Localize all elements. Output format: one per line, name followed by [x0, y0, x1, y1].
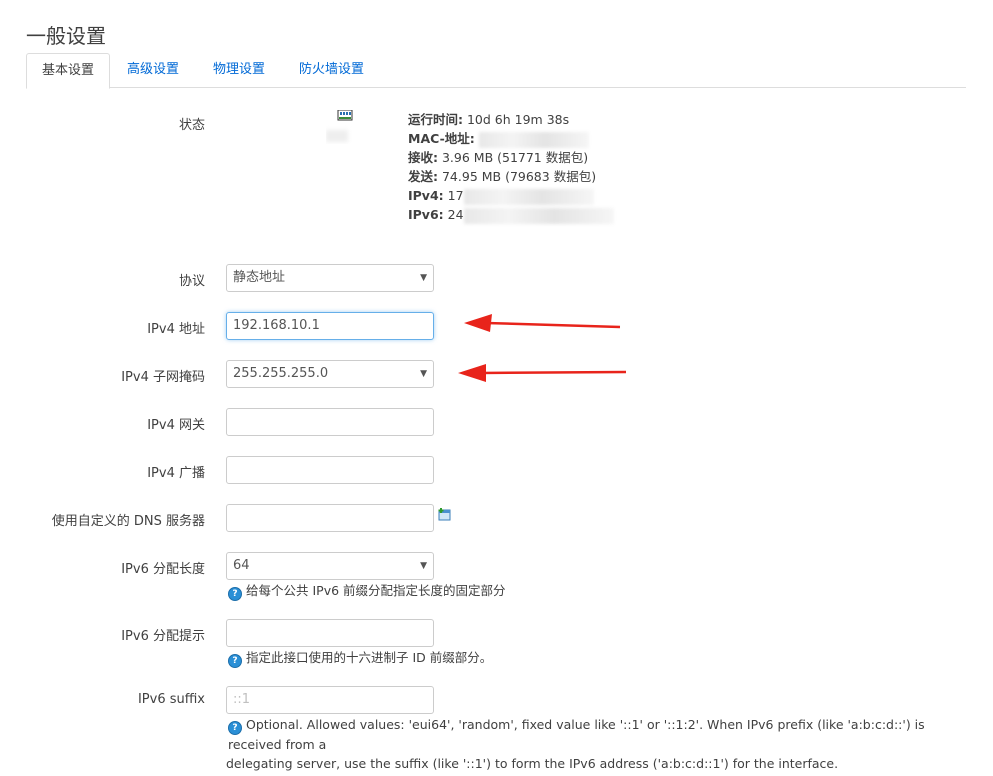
annotation-arrow-ipv4-address: [464, 314, 621, 332]
ipv4-netmask-value: 255.255.255.0: [233, 366, 329, 381]
ipv6-assign-length-select[interactable]: 64 ▼: [226, 552, 434, 580]
ipv4-address-input[interactable]: 192.168.10.1: [226, 312, 434, 340]
redacted-ipv6: [463, 207, 614, 224]
tab-basic-settings[interactable]: 基本设置: [26, 53, 110, 89]
protocol-value: 静态地址: [233, 270, 286, 285]
ipv6-suffix-help: ? Optional. Allowed values: 'eui64', 'ran…: [226, 717, 925, 771]
network-interface-icon: [326, 109, 358, 144]
ipv6-suffix-label: IPv6 suffix: [137, 692, 205, 707]
help-icon: ?: [228, 721, 242, 735]
redacted-ipv4: [463, 188, 594, 205]
ipv4-gateway-label: IPv4 网关: [147, 418, 205, 433]
ipv4-netmask-label: IPv4 子网掩码: [121, 370, 205, 385]
tab-advanced-settings[interactable]: 高级设置: [127, 53, 179, 87]
help-icon: ?: [228, 654, 242, 668]
ipv4-broadcast-label: IPv4 广播: [147, 466, 205, 481]
ipv6-assign-hint-label: IPv6 分配提示: [121, 629, 205, 644]
ipv4-broadcast-input[interactable]: [226, 456, 434, 484]
tx-value: 74.95 MB (79683 数据包): [441, 169, 597, 184]
protocol-label: 协议: [178, 274, 205, 289]
ipv6-value: 24: [447, 207, 464, 222]
uptime-value: 10d 6h 19m 38s: [466, 112, 570, 127]
ipv6-assign-length-help: ? 给每个公共 IPv6 前缀分配指定长度的固定部分: [228, 581, 506, 601]
ipv6-assign-length-value: 64: [233, 558, 250, 573]
chevron-down-icon: ▼: [420, 369, 427, 379]
redacted-mac: [478, 131, 589, 148]
rx-key: 接收:: [408, 150, 438, 165]
ipv4-gateway-input[interactable]: [226, 408, 434, 436]
page-title: 一般设置: [26, 24, 106, 48]
dns-label: 使用自定义的 DNS 服务器: [51, 514, 205, 529]
rx-value: 3.96 MB (51771 数据包): [441, 150, 589, 165]
status-label: 状态: [178, 118, 205, 133]
ipv4-address-label: IPv4 地址: [147, 322, 205, 337]
chevron-down-icon: ▼: [420, 273, 427, 283]
ipv6-assign-hint-help: ? 指定此接口使用的十六进制子 ID 前缀部分。: [228, 648, 492, 668]
ipv4-value: 17: [447, 188, 464, 203]
ipv6-suffix-input[interactable]: ::1: [226, 686, 434, 714]
protocol-select[interactable]: 静态地址 ▼: [226, 264, 434, 292]
tab-physical-settings[interactable]: 物理设置: [213, 53, 265, 87]
ipv6-assign-length-label: IPv6 分配长度: [121, 562, 205, 577]
ipv4-key: IPv4:: [408, 188, 444, 203]
ipv6-key: IPv6:: [408, 207, 444, 222]
ipv6-suffix-placeholder: ::1: [233, 692, 251, 707]
ipv4-netmask-select[interactable]: 255.255.255.0 ▼: [226, 360, 434, 388]
help-icon: ?: [228, 587, 242, 601]
ipv6-assign-hint-input[interactable]: [226, 619, 434, 647]
tab-bar: 基本设置 高级设置 物理设置 防火墙设置: [26, 53, 966, 89]
uptime-key: 运行时间:: [408, 112, 463, 127]
dns-input[interactable]: [226, 504, 434, 532]
mac-key: MAC-地址:: [408, 131, 475, 146]
add-dns-icon[interactable]: [438, 508, 451, 521]
status-info: 运行时间: 10d 6h 19m 38s MAC-地址: 接收: 3.96 MB…: [408, 110, 614, 224]
tx-key: 发送:: [408, 169, 438, 184]
chevron-down-icon: ▼: [420, 561, 427, 571]
annotation-arrow-ipv4-netmask: [458, 364, 627, 382]
tab-firewall-settings[interactable]: 防火墙设置: [299, 53, 364, 87]
